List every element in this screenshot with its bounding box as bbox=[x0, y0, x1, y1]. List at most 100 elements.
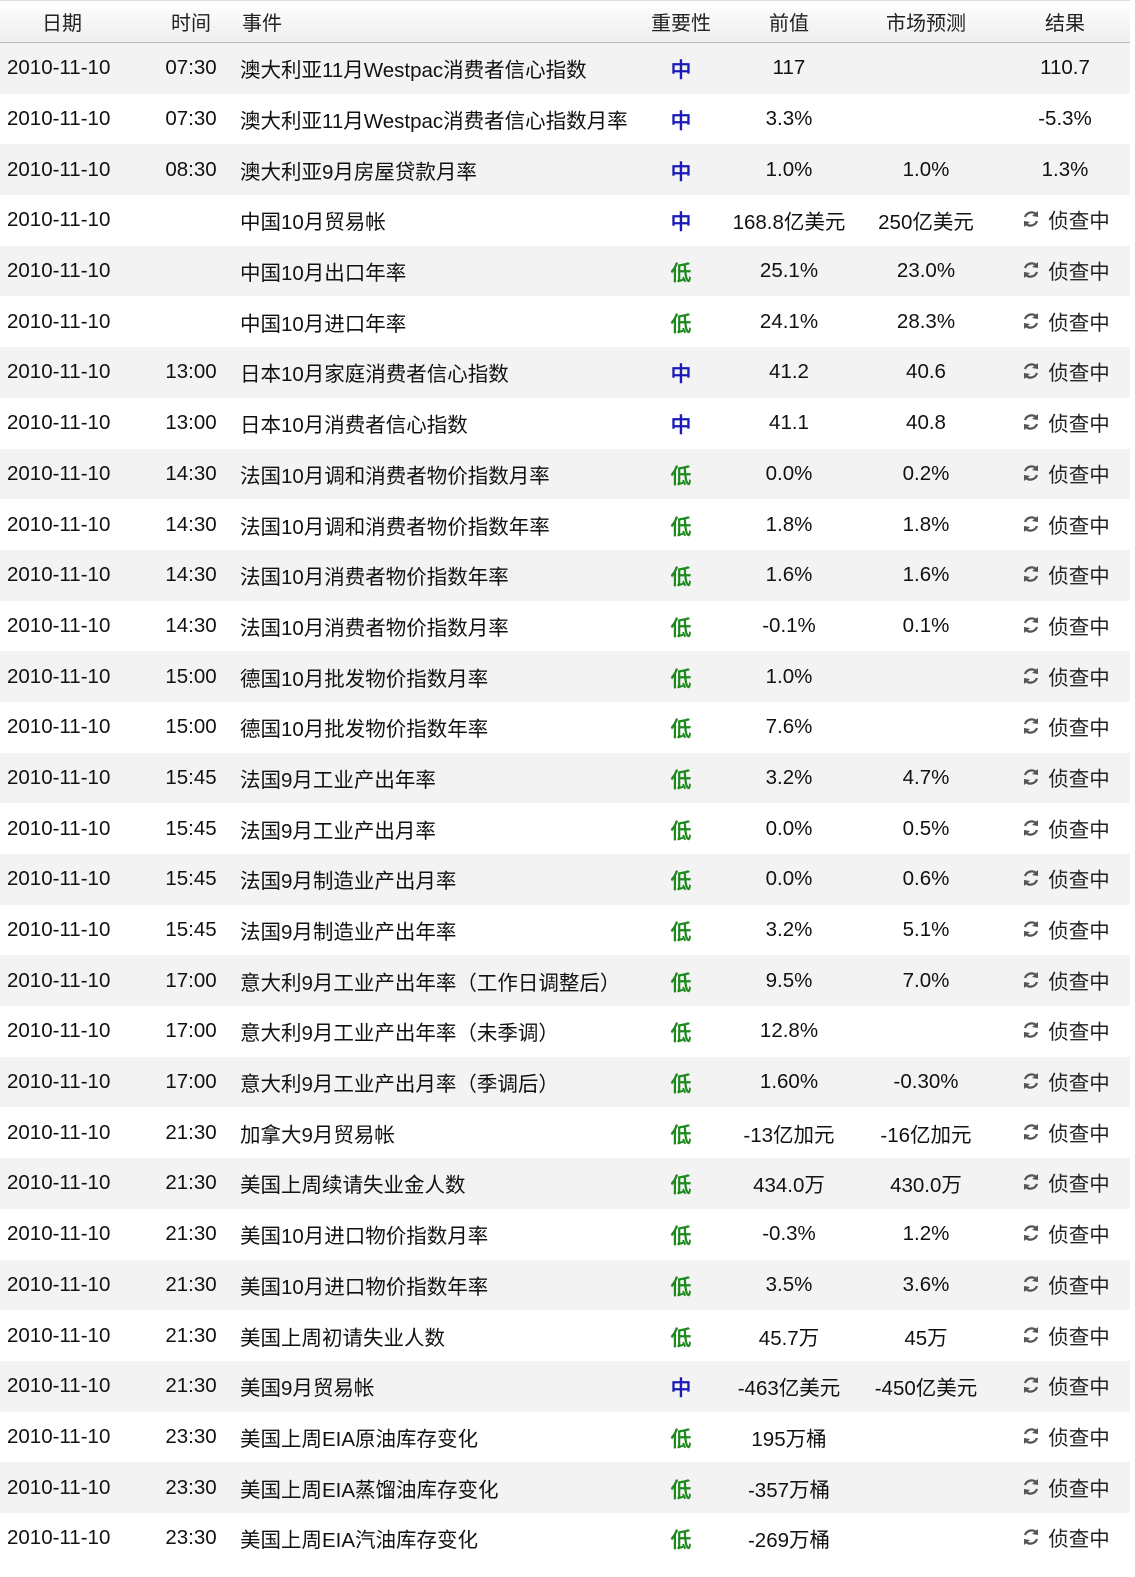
cell-date: 2010-11-10 bbox=[7, 613, 111, 637]
cell-previous: -0.3% bbox=[762, 1222, 816, 1246]
table-row[interactable]: 2010-11-10 21:30 美国10月进口物价指数年率 低 3.5% 3.6% 侦查中 bbox=[0, 1259, 1130, 1311]
pending-label: 侦查中 bbox=[1048, 869, 1110, 893]
table-row[interactable]: 2010-11-10 21:30 美国上周初请失业人数 低 45.7万 45万 侦查中 bbox=[0, 1310, 1130, 1361]
cell-forecast: 1.2% bbox=[902, 1222, 950, 1246]
table-row[interactable]: 2010-11-10 15:45 法国9月工业产出月率 低 0.0% 0.5% 侦查中 bbox=[0, 803, 1130, 854]
cell-date: 2010-11-10 bbox=[7, 259, 111, 283]
pending-status: 侦查中 bbox=[1020, 914, 1110, 944]
table-row[interactable]: 2010-11-10 21:30 美国上周续请失业金人数 低 434.0万 430.0万 侦… bbox=[0, 1158, 1130, 1209]
cell-importance: 低 bbox=[670, 262, 692, 286]
header-date: 日期 bbox=[42, 13, 82, 35]
pending-status: 侦查中 bbox=[1020, 356, 1110, 386]
refresh-icon bbox=[1020, 766, 1042, 788]
pending-label: 侦查中 bbox=[1048, 1528, 1110, 1552]
table-row[interactable]: 2010-11-10 21:30 美国9月贸易帐 中 -463亿美元 -450亿美元 侦查中 bbox=[0, 1360, 1130, 1412]
table-row[interactable]: 2010-11-10 23:30 美国上周EIA汽油库存变化 低 -269万桶 侦查中 bbox=[0, 1512, 1130, 1564]
cell-previous: 168.8亿美元 bbox=[732, 211, 846, 235]
pending-label: 侦查中 bbox=[1048, 1376, 1110, 1400]
pending-label: 侦查中 bbox=[1048, 1325, 1110, 1349]
table-header: 日期 时间 事件 重要性 前值 市场预测 结果 bbox=[0, 0, 1130, 43]
cell-importance: 中 bbox=[670, 59, 692, 83]
table-row[interactable]: 2010-11-10 17:00 意大利9月工业产出年率（工作日调整后） 低 9.5% 7… bbox=[0, 955, 1130, 1007]
cell-importance: 中 bbox=[670, 363, 692, 387]
table-row[interactable]: 2010-11-10 14:30 法国10月调和消费者物价指数月率 低 0.0% 0.2%… bbox=[0, 448, 1130, 500]
cell-previous: 24.1% bbox=[759, 309, 819, 333]
table-row[interactable]: 2010-11-10 14:30 法国10月消费者物价指数月率 低 -0.1% 0.1% 侦… bbox=[0, 600, 1130, 652]
cell-time: 13:00 bbox=[165, 360, 217, 384]
cell-forecast: 45万 bbox=[904, 1326, 948, 1350]
pending-status: 侦查中 bbox=[1020, 1522, 1110, 1552]
cell-date: 2010-11-10 bbox=[7, 157, 111, 181]
cell-date: 2010-11-10 bbox=[7, 1374, 111, 1398]
table-row[interactable]: 2010-11-10 15:00 德国10月批发物价指数年率 低 7.6% 侦查中 bbox=[0, 701, 1130, 753]
cell-date: 2010-11-10 bbox=[7, 968, 111, 992]
pending-label: 侦查中 bbox=[1048, 261, 1110, 285]
cell-forecast: 3.6% bbox=[902, 1272, 950, 1296]
cell-date: 2010-11-10 bbox=[7, 1526, 111, 1550]
cell-importance: 低 bbox=[670, 819, 692, 843]
cell-event: 澳大利亚11月Westpac消费者信心指数月率 bbox=[240, 110, 628, 134]
table-row[interactable]: 2010-11-10 中国10月进口年率 低 24.1% 28.3% 侦查中 bbox=[0, 296, 1130, 348]
pending-status: 侦查中 bbox=[1020, 1370, 1110, 1400]
refresh-icon bbox=[1020, 1476, 1042, 1498]
table-row[interactable]: 2010-11-10 23:30 美国上周EIA原油库存变化 低 195万桶 侦查中 bbox=[0, 1411, 1130, 1463]
table-row[interactable]: 2010-11-10 15:45 法国9月制造业产出月率 低 0.0% 0.6% 侦查中 bbox=[0, 854, 1130, 905]
cell-time: 07:30 bbox=[165, 107, 217, 131]
cell-event: 法国10月调和消费者物价指数月率 bbox=[240, 464, 550, 488]
table-row[interactable]: 2010-11-10 中国10月贸易帐 中 168.8亿美元 250亿美元 侦查中 bbox=[0, 195, 1130, 246]
table-row[interactable]: 2010-11-10 23:30 美国上周EIA蒸馏油库存变化 低 -357万桶 侦查中 bbox=[0, 1462, 1130, 1513]
cell-importance: 中 bbox=[670, 110, 692, 134]
cell-event: 美国上周EIA蒸馏油库存变化 bbox=[240, 1478, 499, 1502]
refresh-icon bbox=[1020, 1273, 1042, 1295]
cell-event: 德国10月批发物价指数月率 bbox=[240, 667, 489, 691]
refresh-icon bbox=[1020, 1070, 1042, 1092]
cell-date: 2010-11-10 bbox=[7, 512, 111, 536]
cell-result: -5.3% bbox=[1038, 107, 1092, 131]
table-row[interactable]: 2010-11-10 13:00 日本10月家庭消费者信心指数 中 41.2 40.6 侦查… bbox=[0, 347, 1130, 398]
cell-time: 13:00 bbox=[165, 411, 217, 435]
refresh-icon bbox=[1020, 208, 1042, 230]
refresh-icon bbox=[1020, 614, 1042, 636]
table-row[interactable]: 2010-11-10 14:30 法国10月调和消费者物价指数年率 低 1.8% 1.8%… bbox=[0, 499, 1130, 550]
cell-importance: 低 bbox=[670, 616, 692, 640]
table-row[interactable]: 2010-11-10 17:00 意大利9月工业产出年率（未季调） 低 12.8% 侦查中 bbox=[0, 1006, 1130, 1057]
cell-importance: 低 bbox=[670, 464, 692, 488]
pending-label: 侦查中 bbox=[1048, 1072, 1110, 1096]
table-row[interactable]: 2010-11-10 17:00 意大利9月工业产出月率（季调后） 低 1.60% -0.… bbox=[0, 1056, 1130, 1108]
pending-label: 侦查中 bbox=[1048, 717, 1110, 741]
pending-label: 侦查中 bbox=[1048, 1477, 1110, 1501]
table-row[interactable]: 2010-11-10 08:30 澳大利亚9月房屋贷款月率 中 1.0% 1.0% 1.3% bbox=[0, 144, 1130, 196]
pending-label: 侦查中 bbox=[1048, 666, 1110, 690]
refresh-icon bbox=[1020, 715, 1042, 737]
table-row[interactable]: 2010-11-10 14:30 法国10月消费者物价指数年率 低 1.6% 1.6% 侦查… bbox=[0, 549, 1130, 601]
table-row[interactable]: 2010-11-10 13:00 日本10月消费者信心指数 中 41.1 40.8 侦查中 bbox=[0, 397, 1130, 449]
refresh-icon bbox=[1020, 1121, 1042, 1143]
table-row[interactable]: 2010-11-10 07:30 澳大利亚11月Westpac消费者信心指数 中 117… bbox=[0, 43, 1130, 94]
cell-event: 法国9月工业产出年率 bbox=[240, 768, 436, 792]
table-row[interactable]: 2010-11-10 07:30 澳大利亚11月Westpac消费者信心指数月率 中 3… bbox=[0, 93, 1130, 145]
pending-status: 侦查中 bbox=[1020, 762, 1110, 792]
cell-result: 侦查中 bbox=[1000, 914, 1130, 946]
cell-forecast: -0.30% bbox=[893, 1070, 959, 1094]
pending-status: 侦查中 bbox=[1020, 813, 1110, 843]
cell-result: 侦查中 bbox=[1000, 813, 1130, 845]
cell-result: 侦查中 bbox=[1000, 204, 1130, 236]
table-row[interactable]: 2010-11-10 21:30 美国10月进口物价指数月率 低 -0.3% 1.2% 侦查… bbox=[0, 1208, 1130, 1260]
cell-time: 23:30 bbox=[165, 1526, 217, 1550]
cell-previous: 0.0% bbox=[765, 461, 813, 485]
refresh-icon bbox=[1020, 411, 1042, 433]
cell-forecast: 1.8% bbox=[902, 512, 950, 536]
cell-time: 17:00 bbox=[165, 1019, 217, 1043]
cell-event: 美国上周续请失业金人数 bbox=[240, 1174, 466, 1198]
cell-result: 侦查中 bbox=[1000, 306, 1130, 338]
cell-previous: 1.60% bbox=[759, 1070, 819, 1094]
table-row[interactable]: 2010-11-10 15:45 法国9月工业产出年率 低 3.2% 4.7% 侦查中 bbox=[0, 752, 1130, 804]
cell-event: 法国10月消费者物价指数月率 bbox=[240, 616, 509, 640]
table-row[interactable]: 2010-11-10 21:30 加拿大9月贸易帐 低 -13亿加元 -16亿加元 侦查中 bbox=[0, 1107, 1130, 1159]
table-row[interactable]: 2010-11-10 15:00 德国10月批发物价指数月率 低 1.0% 侦查中 bbox=[0, 651, 1130, 702]
table-row[interactable]: 2010-11-10 15:45 法国9月制造业产出年率 低 3.2% 5.1% 侦查中 bbox=[0, 904, 1130, 956]
cell-time: 21:30 bbox=[165, 1272, 217, 1296]
table-row[interactable]: 2010-11-10 中国10月出口年率 低 25.1% 23.0% 侦查中 bbox=[0, 245, 1130, 297]
cell-time: 14:30 bbox=[165, 563, 217, 587]
cell-time: 21:30 bbox=[165, 1171, 217, 1195]
